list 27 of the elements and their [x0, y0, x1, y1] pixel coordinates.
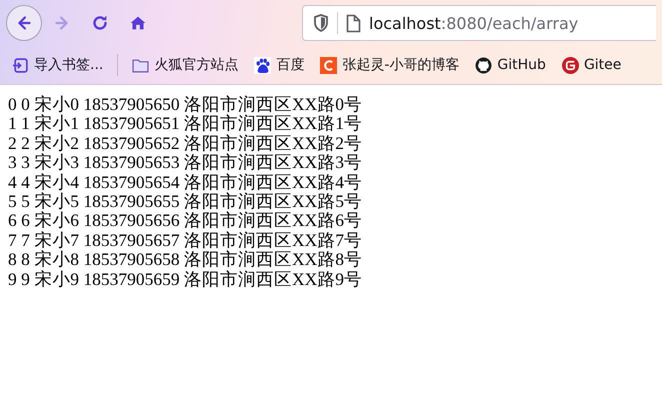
- c-logo-icon: [320, 56, 338, 74]
- g-logo-icon: [562, 56, 579, 74]
- shield-icon: [313, 14, 329, 32]
- import-icon: [12, 56, 29, 74]
- bookmark-item[interactable]: 张起灵-小哥的博客: [318, 54, 462, 76]
- text-line: 9 9 宋小9 18537905659 洛阳市涧西区XX路9号: [8, 270, 364, 290]
- bookmark-item[interactable]: Gitee: [560, 54, 624, 76]
- text-line: 8 8 宋小8 18537905658 洛阳市涧西区XX路8号: [8, 250, 364, 270]
- page-icon: [346, 14, 361, 32]
- address-bar[interactable]: localhost:8080/each/array: [302, 5, 656, 41]
- bookmark-item[interactable]: 火狐官方站点: [130, 54, 240, 76]
- text-line: 2 2 宋小2 18537905652 洛阳市涧西区XX路2号: [8, 134, 364, 153]
- folder-icon: [132, 56, 150, 74]
- text-line: 6 6 宋小6 18537905656 洛阳市涧西区XX路6号: [8, 211, 364, 231]
- back-button[interactable]: [6, 5, 42, 41]
- text-line: 7 7 宋小7 18537905657 洛阳市涧西区XX路7号: [8, 230, 364, 250]
- bookmark-item[interactable]: GitHub: [473, 54, 548, 76]
- cat-logo-icon: [475, 56, 492, 74]
- text-line: 1 1 宋小1 18537905651 洛阳市涧西区XX路1号: [8, 114, 364, 134]
- text-line: 0 0 宋小0 18537905650 洛阳市涧西区XX路0号: [8, 95, 364, 114]
- text-line: 4 4 宋小4 18537905654 洛阳市涧西区XX路4号: [8, 172, 364, 192]
- url-text: localhost:8080/each/array: [369, 14, 578, 32]
- text-line: 3 3 宋小3 18537905653 洛阳市涧西区XX路3号: [8, 153, 364, 173]
- bookmark-item[interactable]: 百度: [252, 54, 306, 76]
- bookmark-item[interactable]: 导入书签...: [10, 54, 106, 76]
- text-line: 5 5 宋小5 18537905655 洛阳市涧西区XX路5号: [8, 192, 364, 212]
- paw-icon: [254, 56, 272, 74]
